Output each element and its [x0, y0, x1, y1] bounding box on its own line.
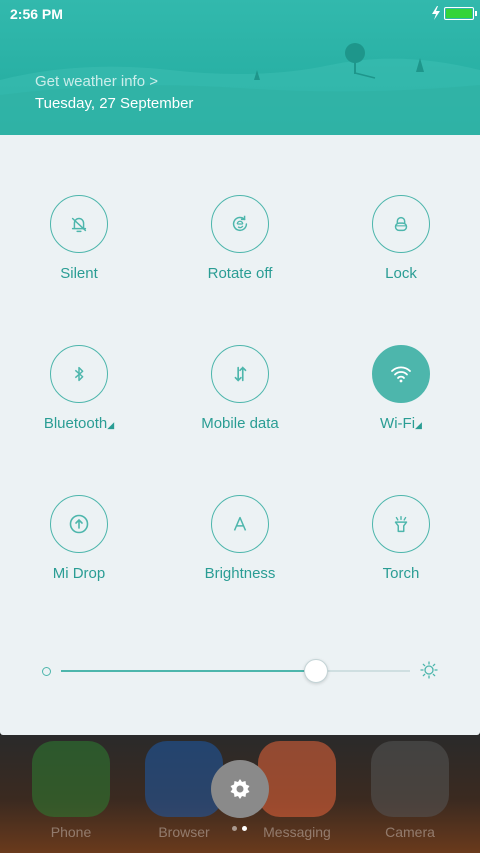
settings-button[interactable]	[211, 760, 269, 818]
app-label: Phone	[50, 824, 92, 840]
mobile-data-icon	[234, 366, 247, 382]
toggle-circle[interactable]	[50, 495, 108, 553]
torch-icon	[394, 515, 408, 533]
toggle-torch[interactable]: Torch	[322, 435, 480, 585]
toggle-circle[interactable]	[372, 345, 430, 403]
toggle-circle[interactable]	[211, 195, 269, 253]
wifi-icon	[391, 366, 411, 383]
toggle-rotate[interactable]: Rotate off	[161, 135, 321, 285]
toggle-wifi[interactable]: Wi-Fi◢	[322, 285, 480, 435]
brightness-high-icon	[420, 661, 438, 679]
toggle-mi-drop[interactable]: Mi Drop	[0, 435, 160, 585]
status-time: 2:56 PM	[10, 6, 63, 22]
toggle-silent[interactable]: Silent	[0, 135, 160, 285]
toggle-label: Torch	[382, 565, 420, 582]
battery-icon	[444, 7, 477, 20]
page-indicator-dot	[232, 826, 237, 831]
quick-settings-panel: Silent Rotate off Lock Bluetooth◢ Mobile…	[0, 135, 480, 735]
gear-icon	[230, 779, 250, 799]
toggle-label: Rotate off	[207, 265, 273, 282]
rotate-lock-icon	[232, 215, 248, 232]
toggle-circle[interactable]	[50, 195, 108, 253]
lock-icon	[394, 216, 408, 232]
app-label: Browser	[158, 824, 210, 840]
camera-app-icon[interactable]	[371, 741, 449, 817]
toggle-label: Bluetooth◢	[43, 415, 115, 432]
toggle-circle[interactable]	[211, 345, 269, 403]
toggle-label: Brightness	[204, 565, 276, 582]
brightness-slider-fill	[61, 670, 316, 672]
toggle-bluetooth[interactable]: Bluetooth◢	[0, 285, 160, 435]
toggle-circle[interactable]	[211, 495, 269, 553]
brightness-auto-icon	[233, 516, 247, 531]
brightness-low-icon	[42, 667, 51, 676]
browser-app-icon[interactable]	[145, 741, 223, 817]
bell-off-icon	[71, 217, 87, 233]
weather-info-link[interactable]: Get weather info >	[35, 73, 158, 90]
app-label: Messaging	[263, 824, 331, 840]
messaging-app-icon[interactable]	[258, 741, 336, 817]
toggle-lock[interactable]: Lock	[322, 135, 480, 285]
toggle-label: Mobile data	[201, 415, 279, 432]
toggle-label: Lock	[385, 265, 417, 282]
toggle-mobile-data[interactable]: Mobile data	[161, 285, 321, 435]
app-label: Camera	[385, 824, 435, 840]
expand-arrow-icon: ◢	[415, 420, 422, 430]
bluetooth-icon	[74, 366, 84, 382]
phone-app-icon[interactable]	[32, 741, 110, 817]
notification-header: 2:56 PM Get weather info > Tuesday, 27 S…	[0, 0, 480, 135]
page-indicator-dot-active	[242, 826, 247, 831]
brightness-slider[interactable]	[61, 659, 410, 683]
toggle-circle[interactable]	[372, 195, 430, 253]
toggle-label: Wi-Fi◢	[380, 415, 422, 432]
toggle-circle[interactable]	[372, 495, 430, 553]
toggle-circle[interactable]	[50, 345, 108, 403]
charging-icon	[432, 6, 440, 20]
brightness-slider-thumb[interactable]	[303, 659, 328, 683]
toggle-label: Silent	[60, 265, 98, 282]
toggle-brightness[interactable]: Brightness	[161, 435, 321, 585]
toggle-label: Mi Drop	[52, 565, 106, 582]
date-text: Tuesday, 27 September	[35, 95, 194, 112]
mi-drop-icon	[69, 514, 89, 534]
expand-arrow-icon: ◢	[107, 420, 115, 430]
